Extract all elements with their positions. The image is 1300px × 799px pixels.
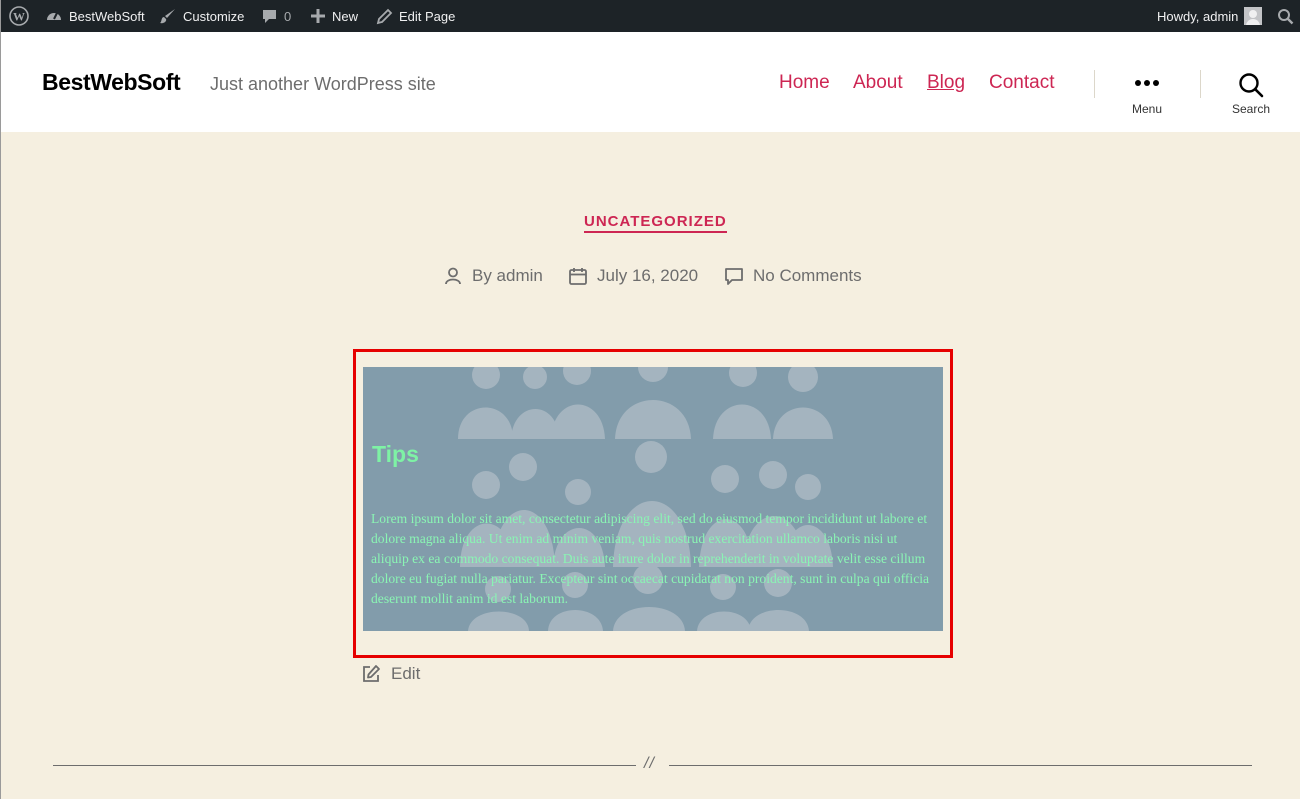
menu-toggle[interactable]	[1117, 72, 1177, 99]
comments-link[interactable]: 0	[261, 0, 291, 32]
nav-home[interactable]: Home	[779, 72, 830, 94]
admin-bar-search-icon[interactable]	[1277, 0, 1294, 32]
howdy-text: Howdy, admin	[1157, 8, 1239, 24]
admin-bar-site-link[interactable]: BestWebSoft	[45, 0, 145, 32]
edit-post-link[interactable]: Edit	[361, 662, 420, 686]
post-comments-link[interactable]: No Comments	[724, 264, 862, 288]
ellipsis-icon	[1135, 80, 1159, 86]
user-icon	[445, 267, 461, 285]
admin-bar-site-name: BestWebSoft	[69, 8, 145, 24]
calendar-icon	[569, 268, 587, 285]
site-header: BestWebSoft Just another WordPress site …	[1, 32, 1300, 132]
header-divider	[1200, 70, 1201, 98]
post-date-text: July 16, 2020	[597, 266, 699, 285]
search-toggle-label: Search	[1231, 102, 1271, 116]
admin-bar: W BestWebSoft Customize 0 New Edit Page …	[1, 0, 1300, 32]
nav-about[interactable]: About	[853, 72, 903, 94]
new-content-link[interactable]: New	[310, 0, 358, 32]
separator-line-left	[53, 765, 636, 766]
search-toggle[interactable]	[1221, 72, 1281, 103]
nav-blog[interactable]: Blog	[927, 72, 965, 94]
customize-link[interactable]: Customize	[159, 0, 244, 32]
header-divider	[1094, 70, 1095, 98]
search-icon	[1239, 73, 1264, 98]
edit-post-label: Edit	[391, 664, 421, 683]
edit-icon	[363, 665, 380, 682]
customize-label: Customize	[183, 8, 245, 24]
comment-icon	[725, 268, 743, 285]
edit-page-label: Edit Page	[399, 8, 456, 24]
edit-page-link[interactable]: Edit Page	[376, 0, 455, 32]
wordpress-logo-icon[interactable]: W	[9, 0, 29, 32]
banner-title: Tips	[372, 441, 419, 467]
tips-banner: Tips Lorem ipsum dolor sit amet, consect…	[363, 367, 943, 631]
svg-text:W: W	[13, 10, 25, 24]
menu-toggle-label: Menu	[1131, 102, 1163, 116]
comments-count: 0	[284, 8, 292, 24]
plus-icon	[311, 9, 325, 23]
account-menu[interactable]: Howdy, admin	[1157, 0, 1263, 32]
nav-contact[interactable]: Contact	[989, 72, 1054, 94]
separator-mark: //	[644, 755, 655, 772]
new-label: New	[332, 8, 359, 24]
pencil-icon	[376, 8, 393, 24]
post-author[interactable]: By admin	[443, 264, 543, 288]
post-date[interactable]: July 16, 2020	[568, 264, 698, 288]
brush-icon	[160, 9, 175, 24]
post-category-link[interactable]: UNCATEGORIZED	[584, 213, 727, 233]
separator-line-right	[669, 765, 1252, 766]
dashboard-icon	[47, 12, 61, 20]
avatar	[1244, 7, 1263, 25]
post-author-text: By admin	[472, 266, 543, 285]
post-comments-text: No Comments	[753, 266, 862, 285]
banner-text: Lorem ipsum dolor sit amet, consectetur …	[371, 511, 930, 606]
site-tagline: Just another WordPress site	[210, 74, 436, 94]
comment-bubble-icon	[263, 9, 276, 23]
site-title[interactable]: BestWebSoft	[42, 69, 181, 96]
